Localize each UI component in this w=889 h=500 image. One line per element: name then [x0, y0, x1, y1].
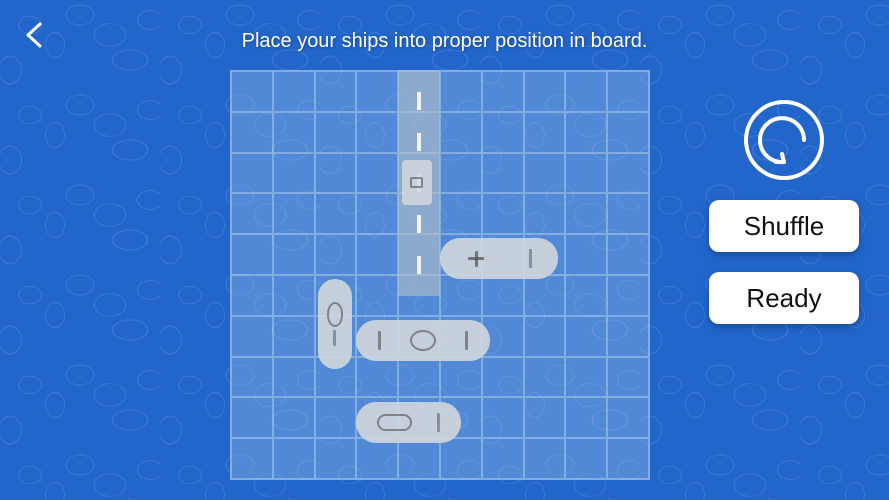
grid-cell[interactable] [231, 397, 273, 438]
grid-cell[interactable] [440, 193, 482, 234]
grid-cell[interactable] [273, 275, 315, 316]
grid-cell[interactable] [273, 357, 315, 398]
grid-cell[interactable] [607, 234, 649, 275]
grid-cell[interactable] [482, 112, 524, 153]
grid-cell[interactable] [565, 357, 607, 398]
grid-cell[interactable] [440, 71, 482, 112]
grid-cell[interactable] [231, 438, 273, 479]
grid-cell[interactable] [565, 193, 607, 234]
grid-cell[interactable] [565, 234, 607, 275]
grid-cell[interactable] [482, 275, 524, 316]
grid-cell[interactable] [231, 275, 273, 316]
grid-cell[interactable] [607, 193, 649, 234]
grid-cell[interactable] [315, 234, 357, 275]
grid-cell[interactable] [231, 234, 273, 275]
grid-cell[interactable] [315, 112, 357, 153]
grid-cell[interactable] [565, 153, 607, 194]
ship-3[interactable] [318, 279, 352, 369]
back-button[interactable] [15, 15, 55, 55]
grid-cell[interactable] [607, 397, 649, 438]
grid-cell[interactable] [273, 71, 315, 112]
grid-cell[interactable] [482, 438, 524, 479]
grid-cell[interactable] [356, 234, 398, 275]
ship-2[interactable] [440, 238, 558, 279]
grid-cell[interactable] [482, 357, 524, 398]
grid-cell[interactable] [524, 153, 566, 194]
grid-cell[interactable] [482, 153, 524, 194]
grid-cell[interactable] [440, 153, 482, 194]
grid-cell[interactable] [315, 71, 357, 112]
grid-cell[interactable] [440, 112, 482, 153]
shuffle-button[interactable]: Shuffle [709, 200, 859, 252]
grid-cell[interactable] [273, 397, 315, 438]
grid-cell[interactable] [524, 275, 566, 316]
grid-cell[interactable] [315, 438, 357, 479]
grid-cell[interactable] [524, 438, 566, 479]
grid-cell[interactable] [315, 153, 357, 194]
ship-5[interactable] [356, 402, 461, 443]
grid-cell[interactable] [356, 438, 398, 479]
instruction-text: Place your ships into proper position in… [242, 30, 648, 53]
grid-cell[interactable] [524, 397, 566, 438]
grid-cell[interactable] [607, 357, 649, 398]
grid-cell[interactable] [607, 438, 649, 479]
grid-cell[interactable] [607, 112, 649, 153]
road-dash [417, 256, 421, 274]
road-dash [417, 92, 421, 110]
grid-cell[interactable] [524, 316, 566, 357]
ready-button[interactable]: Ready [709, 272, 859, 324]
grid-cell[interactable] [565, 112, 607, 153]
grid-cell[interactable] [565, 316, 607, 357]
road-dash [417, 133, 421, 151]
road-dash [417, 215, 421, 233]
grid-cell[interactable] [524, 193, 566, 234]
grid-cell[interactable] [482, 397, 524, 438]
grid-cell[interactable] [565, 438, 607, 479]
grid-cell[interactable] [607, 316, 649, 357]
grid-cell[interactable] [231, 112, 273, 153]
grid-cell[interactable] [231, 153, 273, 194]
grid-cell[interactable] [356, 193, 398, 234]
grid-cell[interactable] [440, 357, 482, 398]
rotate-button[interactable] [744, 100, 824, 180]
grid-cell[interactable] [607, 71, 649, 112]
grid-cell[interactable] [524, 71, 566, 112]
grid-cell[interactable] [273, 438, 315, 479]
grid-cell[interactable] [440, 275, 482, 316]
grid-cell[interactable] [273, 234, 315, 275]
grid-cell[interactable] [482, 71, 524, 112]
grid-cell[interactable] [273, 112, 315, 153]
grid-cell[interactable] [565, 397, 607, 438]
grid-cell[interactable] [356, 71, 398, 112]
grid-cell[interactable] [356, 153, 398, 194]
grid-cell[interactable] [231, 193, 273, 234]
grid-cell[interactable] [565, 71, 607, 112]
grid-cell[interactable] [315, 397, 357, 438]
grid-cell[interactable] [231, 71, 273, 112]
grid-cell[interactable] [607, 153, 649, 194]
ship-1[interactable] [402, 160, 431, 205]
grid-cell[interactable] [273, 193, 315, 234]
grid-cell[interactable] [273, 316, 315, 357]
grid-cell[interactable] [398, 438, 440, 479]
grid-cell[interactable] [398, 357, 440, 398]
grid-cell[interactable] [440, 438, 482, 479]
grid-cell[interactable] [607, 275, 649, 316]
grid-cell[interactable] [524, 112, 566, 153]
grid-cell[interactable] [315, 193, 357, 234]
grid-cell[interactable] [524, 357, 566, 398]
grid-cell[interactable] [565, 275, 607, 316]
grid-cell[interactable] [356, 112, 398, 153]
grid-cell[interactable] [273, 153, 315, 194]
grid-cell[interactable] [231, 316, 273, 357]
grid-cell[interactable] [356, 275, 398, 316]
grid-cell[interactable] [356, 357, 398, 398]
grid-cell[interactable] [231, 357, 273, 398]
right-panel: Shuffle Ready [709, 100, 859, 324]
ship-4[interactable] [356, 320, 490, 361]
grid-cell[interactable] [482, 193, 524, 234]
game-board[interactable] [230, 70, 650, 480]
